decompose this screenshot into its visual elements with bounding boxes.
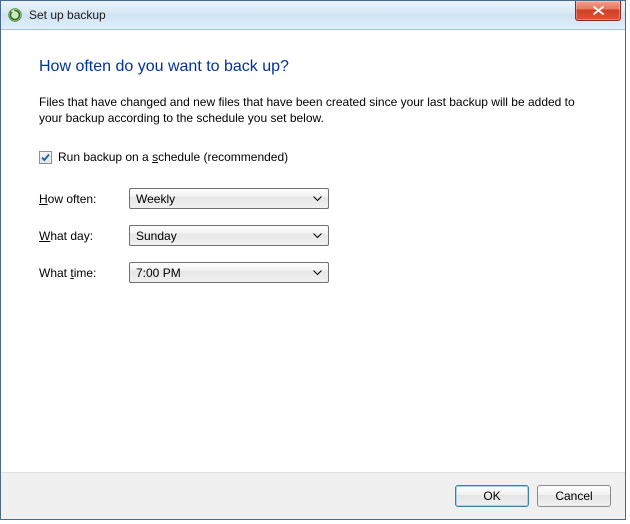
how-often-label: How often: <box>39 192 129 206</box>
what-time-row: What time: 7:00 PM <box>39 262 587 283</box>
dialog-footer: OK Cancel <box>1 472 625 519</box>
what-time-dropdown[interactable]: 7:00 PM <box>129 262 329 283</box>
titlebar: Set up backup <box>1 1 625 30</box>
client-area: How often do you want to back up? Files … <box>1 30 625 519</box>
chevron-down-icon <box>309 189 326 208</box>
content: How often do you want to back up? Files … <box>1 30 625 472</box>
chevron-down-icon <box>309 263 326 282</box>
run-on-schedule-label[interactable]: Run backup on a schedule (recommended) <box>58 150 288 164</box>
cancel-button[interactable]: Cancel <box>537 485 611 507</box>
what-day-label: What day: <box>39 229 129 243</box>
close-button[interactable] <box>575 1 621 21</box>
what-day-dropdown[interactable]: Sunday <box>129 225 329 246</box>
run-on-schedule-checkbox[interactable] <box>39 151 52 164</box>
how-often-dropdown[interactable]: Weekly <box>129 188 329 209</box>
ok-button[interactable]: OK <box>455 485 529 507</box>
backup-schedule-dialog: Set up backup How often do you want to b… <box>0 0 626 520</box>
how-often-row: How often: Weekly <box>39 188 587 209</box>
chevron-down-icon <box>309 226 326 245</box>
run-on-schedule-row: Run backup on a schedule (recommended) <box>39 150 587 164</box>
what-day-row: What day: Sunday <box>39 225 587 246</box>
window-title: Set up backup <box>29 8 106 22</box>
page-heading: How often do you want to back up? <box>39 58 587 76</box>
description-text: Files that have changed and new files th… <box>39 94 579 126</box>
what-time-value: 7:00 PM <box>136 266 181 280</box>
how-often-value: Weekly <box>136 192 175 206</box>
backup-app-icon <box>7 7 23 23</box>
what-time-label: What time: <box>39 266 129 280</box>
what-day-value: Sunday <box>136 229 177 243</box>
